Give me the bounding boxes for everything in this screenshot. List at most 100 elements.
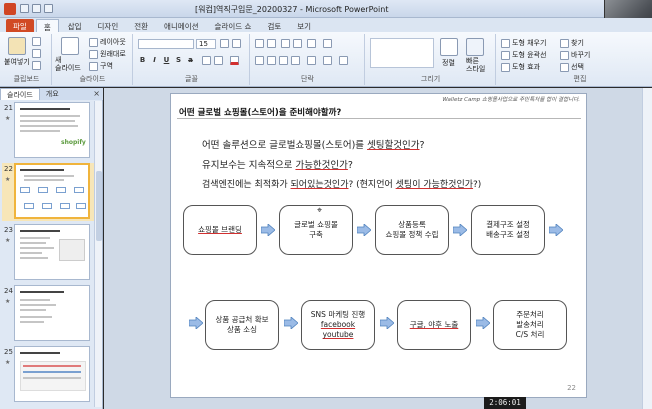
undo-icon[interactable] bbox=[32, 4, 41, 13]
copy-icon[interactable] bbox=[32, 49, 41, 58]
slide-thumbnail-23[interactable]: 23 ★ bbox=[2, 224, 94, 282]
animation-star-icon: ★ bbox=[5, 115, 11, 122]
tab-transitions[interactable]: 전환 bbox=[127, 19, 155, 32]
underline-icon[interactable]: U bbox=[162, 56, 171, 65]
format-painter-icon[interactable] bbox=[32, 61, 41, 70]
font-family-dropdown[interactable] bbox=[138, 39, 194, 49]
section-button[interactable]: 구역 bbox=[89, 61, 113, 71]
editing-group: 찾기 바꾸기 선택 편집 bbox=[556, 34, 604, 85]
layout-button[interactable]: 레이아웃 bbox=[89, 37, 126, 47]
shapes-gallery[interactable] bbox=[370, 38, 434, 68]
line-spacing-icon[interactable] bbox=[307, 39, 316, 48]
flow-box-payment-shipping[interactable]: 결제구조 설정 배송구조 설정 bbox=[471, 205, 545, 255]
redo-icon[interactable] bbox=[44, 4, 53, 13]
shape-fill-button[interactable]: 도형 채우기 bbox=[501, 38, 546, 48]
shape-fill-icon bbox=[501, 38, 510, 48]
shape-format-group: 도형 채우기 도형 윤곽선 도형 효과 bbox=[497, 34, 555, 85]
flow-arrow bbox=[476, 317, 490, 329]
tab-file[interactable]: 파일 bbox=[6, 19, 34, 32]
arrange-icon[interactable] bbox=[440, 38, 458, 56]
slides-panel: 슬라이드 개요 × 21 ★ shopify 22 ★ 23 ★ 24 ★ 25… bbox=[0, 88, 103, 409]
panel-scroll-thumb[interactable] bbox=[96, 171, 102, 241]
font-size-dropdown[interactable]: 15 bbox=[196, 39, 216, 49]
canvas-scrollbar[interactable] bbox=[642, 88, 652, 409]
quick-styles-button[interactable]: 빠른 스타일 bbox=[466, 57, 485, 73]
slides-group: 새 슬라이드 레이아웃 원래대로 구역 슬라이드 bbox=[53, 34, 133, 85]
find-button[interactable]: 찾기 bbox=[560, 38, 584, 48]
text-direction-icon[interactable] bbox=[323, 39, 332, 48]
new-slide-button[interactable]: 새 슬라이드 bbox=[55, 56, 81, 72]
tab-slideshow[interactable]: 슬라이드 쇼 bbox=[208, 19, 259, 32]
bold-icon[interactable]: B bbox=[138, 56, 147, 65]
numbering-icon[interactable] bbox=[267, 39, 276, 48]
bullets-icon[interactable] bbox=[255, 39, 264, 48]
recording-timer: 2:06:01 bbox=[484, 397, 526, 409]
shape-effect-button[interactable]: 도형 효과 bbox=[501, 62, 540, 72]
tab-outline[interactable]: 개요 bbox=[40, 88, 65, 100]
tab-review[interactable]: 검토 bbox=[260, 19, 288, 32]
slide-thumbnail-25[interactable]: 25 ★ bbox=[2, 346, 94, 404]
slide-thumbnail-24[interactable]: 24 ★ bbox=[2, 285, 94, 343]
flow-arrow bbox=[261, 224, 275, 236]
question-line-2[interactable]: 유지보수는 지속적으로 가능한것인가? bbox=[202, 157, 353, 171]
tab-animations[interactable]: 애니메이션 bbox=[157, 19, 206, 32]
increase-indent-icon[interactable] bbox=[293, 39, 302, 48]
flow-box-order-processing[interactable]: 주문처리 발송처리 C/S 처리 bbox=[493, 300, 567, 350]
shape-outline-button[interactable]: 도형 윤곽선 bbox=[501, 50, 546, 60]
font-group-label: 글꼴 bbox=[185, 75, 198, 83]
char-spacing-icon[interactable] bbox=[202, 56, 211, 65]
flow-box-sourcing[interactable]: 상품 공급처 확보 상품 소싱 bbox=[205, 300, 279, 350]
panel-scrollbar[interactable] bbox=[94, 101, 102, 407]
title-divider bbox=[177, 118, 581, 119]
paste-button[interactable]: 붙여넣기 bbox=[4, 57, 30, 67]
flow-box-branding[interactable]: 쇼핑몰 브랜딩 bbox=[183, 205, 257, 255]
window-title: [워컴]역직구입문_20200327 - Microsoft PowerPoin… bbox=[195, 5, 389, 14]
justify-icon[interactable] bbox=[291, 56, 300, 65]
strikethrough-icon[interactable]: a bbox=[186, 56, 195, 65]
shrink-font-icon[interactable] bbox=[232, 39, 241, 48]
question-line-1[interactable]: 어떤 솔루션으로 글로벌쇼핑몰(스토어)를 셋팅할것인가? bbox=[202, 137, 425, 151]
question-line-3[interactable]: 검색엔진에는 최적화가 되어있는것인가? (현지언어 셋팅이 가능한것인가?) bbox=[202, 177, 481, 190]
current-slide[interactable]: Walletz Camp 쇼핑몰사업으로 주민특처를 합이 결합니다. 어떤 글… bbox=[170, 93, 587, 398]
paste-icon[interactable] bbox=[8, 37, 26, 55]
flow-box-search-exposure[interactable]: 구글, 야후 노출 bbox=[397, 300, 471, 350]
reset-button[interactable]: 원래대로 bbox=[89, 49, 126, 59]
italic-icon[interactable]: I bbox=[150, 56, 159, 65]
tab-design[interactable]: 디자인 bbox=[91, 19, 126, 32]
paragraph-group-label: 단락 bbox=[301, 75, 314, 83]
align-center-icon[interactable] bbox=[267, 56, 276, 65]
flow-box-product-policy[interactable]: 상품등록 쇼핑몰 정책 수립 bbox=[375, 205, 449, 255]
save-icon[interactable] bbox=[20, 4, 29, 13]
align-text-icon[interactable] bbox=[323, 56, 332, 65]
section-icon bbox=[89, 61, 98, 71]
font-color-icon[interactable] bbox=[230, 56, 239, 65]
powerpoint-logo-icon[interactable] bbox=[4, 3, 16, 15]
tab-home[interactable]: 홈 bbox=[35, 19, 59, 32]
align-left-icon[interactable] bbox=[255, 56, 264, 65]
quick-styles-icon[interactable] bbox=[466, 38, 484, 56]
flow-box-build-store[interactable]: 글로벌 쇼핑몰 구축 bbox=[279, 205, 353, 255]
tab-view[interactable]: 보기 bbox=[290, 19, 318, 32]
select-button[interactable]: 선택 bbox=[560, 62, 584, 72]
cut-icon[interactable] bbox=[32, 37, 41, 46]
align-right-icon[interactable] bbox=[279, 56, 288, 65]
tab-insert[interactable]: 삽입 bbox=[61, 19, 89, 32]
new-slide-icon[interactable] bbox=[61, 37, 79, 55]
smartart-icon[interactable] bbox=[339, 56, 348, 65]
title-bar: [워컴]역직구입문_20200327 - Microsoft PowerPoin… bbox=[0, 0, 652, 18]
tab-slides[interactable]: 슬라이드 bbox=[0, 88, 40, 100]
panel-close-icon[interactable]: × bbox=[93, 89, 100, 98]
arrange-button[interactable]: 정렬 bbox=[442, 58, 455, 68]
select-icon bbox=[560, 62, 569, 72]
columns-icon[interactable] bbox=[307, 56, 316, 65]
slide-thumbnail-22[interactable]: 22 ★ bbox=[2, 163, 94, 221]
slide-thumbnail-21[interactable]: 21 ★ shopify bbox=[2, 102, 94, 160]
grow-font-icon[interactable] bbox=[220, 39, 229, 48]
decrease-indent-icon[interactable] bbox=[281, 39, 290, 48]
replace-button[interactable]: 바꾸기 bbox=[560, 50, 590, 60]
flow-arrow bbox=[453, 224, 467, 236]
shadow-icon[interactable]: S bbox=[174, 56, 183, 65]
change-case-icon[interactable] bbox=[214, 56, 223, 65]
slide-title[interactable]: 어떤 글로벌 쇼핑몰(스토어)을 준비해야할까? bbox=[179, 106, 341, 118]
flow-box-sns-marketing[interactable]: SNS 마케팅 진행 facebook youtube bbox=[301, 300, 375, 350]
